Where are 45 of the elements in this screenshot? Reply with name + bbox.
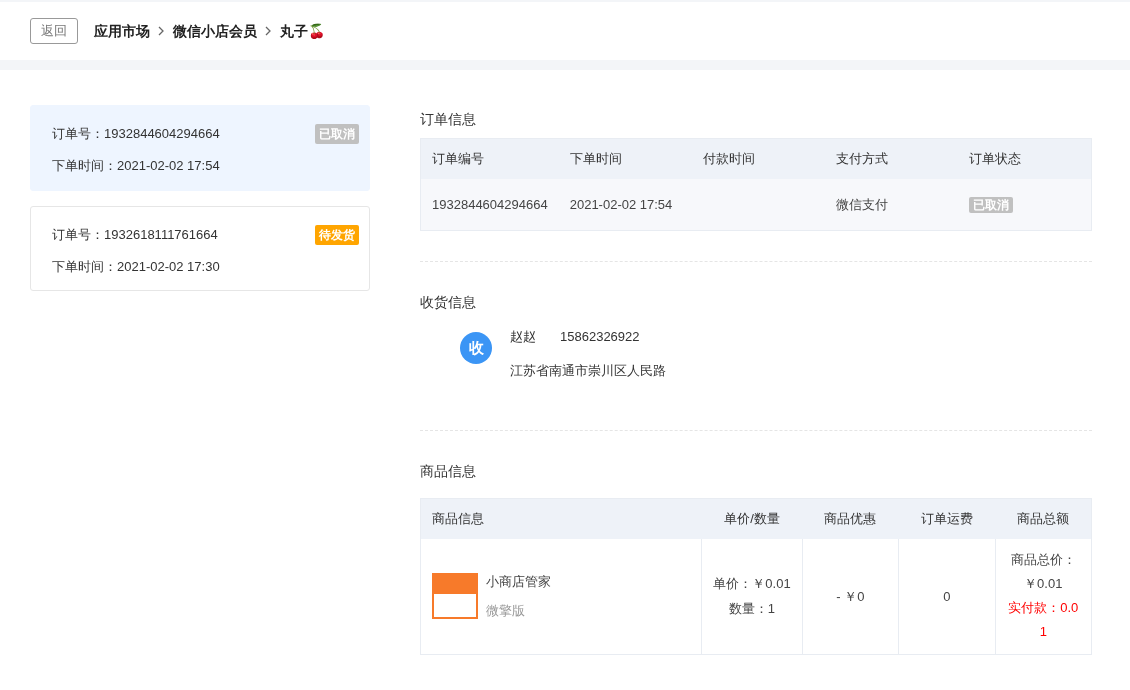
- order-number: 订单号：1932618111761664: [52, 225, 218, 244]
- phone-number: 15862326922: [560, 328, 640, 346]
- status-tag: 待发货: [315, 224, 359, 245]
- discount-value: - ￥0: [836, 588, 865, 604]
- table-cell: 2021-02-02 17:54: [569, 196, 673, 212]
- order-card[interactable]: 订单号：1932844604294664 已取消 下单时间：2021-02-02 17:54: [30, 105, 370, 191]
- column-header: 支付方式: [825, 138, 959, 179]
- address-text: 江苏省南通市崇川区人民路: [510, 361, 666, 380]
- unit-price: 单价：￥0.01: [713, 574, 791, 593]
- column-header: 订单编号: [420, 138, 559, 179]
- column-header: 订单运费: [898, 498, 996, 539]
- product-thumbnail: [432, 573, 478, 620]
- column-header: 商品总额: [995, 498, 1092, 539]
- status-tag: 已取消: [969, 196, 1014, 213]
- chevron-icon: [265, 26, 272, 36]
- column-header: 订单状态: [958, 138, 1092, 179]
- section-title: 商品信息: [420, 462, 477, 481]
- paid-amount: 实付款：0.01: [1007, 599, 1080, 642]
- chevron-icon: [158, 26, 165, 36]
- breadcrumb-item[interactable]: 应用市场: [94, 20, 150, 42]
- column-header: 商品信息: [420, 498, 702, 539]
- section-title: 订单信息: [420, 110, 477, 129]
- breadcrumb-item: 丸子🍒: [280, 21, 325, 41]
- breadcrumb-item[interactable]: 微信小店会员: [173, 20, 257, 42]
- shipping-fee: 0: [943, 588, 951, 604]
- column-header: 下单时间: [558, 138, 693, 179]
- section-title: 收货信息: [420, 293, 477, 312]
- column-header: 单价/数量: [701, 498, 803, 539]
- order-time: 下单时间：2021-02-02 17:30: [52, 257, 221, 276]
- avatar-badge: 收: [460, 332, 492, 364]
- back-button[interactable]: 返回: [30, 18, 78, 44]
- column-header: 付款时间: [692, 138, 826, 179]
- table-cell: 微信支付: [836, 196, 889, 212]
- total-label: 商品总价：: [1009, 551, 1077, 570]
- product-edition: 微擎版: [486, 602, 526, 621]
- recipient-name: 赵赵: [510, 328, 536, 346]
- status-tag: 已取消: [315, 124, 359, 144]
- order-number: 订单号：1932844604294664: [52, 125, 220, 143]
- quantity: 数量：1: [727, 600, 777, 619]
- product-name: 小商店管家: [486, 572, 551, 591]
- order-card[interactable]: 订单号：1932618111761664 待发货 下单时间：2021-02-02 17:30: [30, 205, 370, 291]
- column-header: 商品优惠: [802, 498, 899, 539]
- table-cell: 1932844604294664: [432, 196, 548, 212]
- order-time: 下单时间：2021-02-02 17:54: [52, 157, 221, 175]
- total-price: ￥0.01: [1023, 575, 1064, 594]
